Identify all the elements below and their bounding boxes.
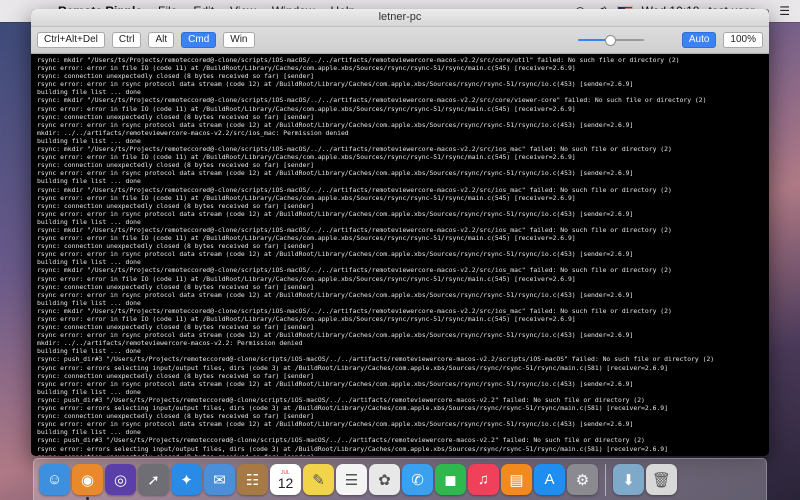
- music-icon[interactable]: ♫: [468, 464, 499, 495]
- dock: ☺ ◉ ◎ ➚ ✦ ✉ ☷ JUL 12 ✎ ☰ ✿ ✆ ◼ ♫ ▤ A ⚙ ⬇ 🗑: [33, 458, 767, 500]
- session-toolbar: Ctrl+Alt+Del Ctrl Alt Cmd Win Auto 100%: [31, 27, 769, 54]
- terminal-line: rsync: connection unexpectedly closed (8…: [37, 323, 315, 332]
- terminal-line: rsync: push_dir#3 "/Users/ts/Projects/re…: [37, 395, 645, 404]
- terminal-line: rsync error: errors selecting input/outp…: [37, 444, 668, 453]
- terminal-line: rsync error: error in file IO (code 11) …: [37, 153, 576, 162]
- terminal-line: rsync error: error in rsync protocol dat…: [37, 290, 634, 299]
- finder-icon[interactable]: ☺: [39, 464, 70, 495]
- ctrl-alt-del-button[interactable]: Ctrl+Alt+Del: [37, 32, 105, 48]
- terminal-line: rsync error: error in file IO (code 11) …: [37, 315, 576, 323]
- mail-icon[interactable]: ✉: [204, 464, 235, 495]
- terminal-line: building file list ... done: [37, 387, 141, 396]
- terminal-line: rsync: connection unexpectedly closed (8…: [37, 242, 315, 251]
- notification-center-icon[interactable]: ☰: [779, 4, 790, 18]
- terminal-line: building file list ... done: [37, 177, 141, 186]
- terminal-line: rsync: connection unexpectedly closed (8…: [37, 371, 315, 380]
- downloads-folder-icon[interactable]: ⬇: [613, 464, 644, 495]
- terminal-line: rsync error: error in file IO (code 11) …: [37, 104, 576, 113]
- terminal-line: rsync: mkdir "/Users/ts/Projects/remotec…: [37, 56, 680, 64]
- cmd-key-button[interactable]: Cmd: [181, 32, 217, 48]
- terminal-line: mkdir: ../../artifacts/remoteviewercore-…: [37, 339, 303, 348]
- terminal-line: building file list ... done: [37, 88, 141, 97]
- terminal-line: rsync: mkdir "/Users/ts/Projects/remotec…: [37, 306, 672, 315]
- books-icon[interactable]: ▤: [501, 464, 532, 495]
- terminal-line: rsync error: error in file IO (code 11) …: [37, 234, 576, 243]
- terminal-line: rsync: push_dir#3 "/Users/ts/Projects/re…: [37, 436, 645, 445]
- terminal-line: building file list ... done: [37, 428, 141, 437]
- remote-ripple-icon[interactable]: ◉: [72, 464, 103, 500]
- messages-icon[interactable]: ✆: [402, 464, 433, 495]
- terminal-line: rsync: connection unexpectedly closed (8…: [37, 72, 315, 81]
- terminal-line: rsync: mkdir "/Users/ts/Projects/remotec…: [37, 225, 672, 234]
- terminal-line: rsync error: error in rsync protocol dat…: [37, 379, 634, 388]
- win-key-button[interactable]: Win: [223, 32, 255, 48]
- alt-key-button[interactable]: Alt: [148, 32, 175, 48]
- terminal-line: rsync error: error in file IO (code 11) …: [37, 274, 576, 283]
- terminal-line: rsync error: error in rsync protocol dat…: [37, 420, 634, 429]
- zoom-slider[interactable]: [577, 34, 644, 46]
- terminal-line: rsync error: errors selecting input/outp…: [37, 404, 668, 413]
- zoom-slider-knob[interactable]: [604, 35, 616, 46]
- terminal-line: building file list ... done: [37, 136, 141, 145]
- terminal-line: rsync error: error in rsync protocol dat…: [37, 331, 634, 340]
- contacts-icon[interactable]: ☷: [237, 464, 268, 495]
- terminal-line: rsync: connection unexpectedly closed (8…: [37, 201, 315, 210]
- safari-icon[interactable]: ✦: [171, 464, 202, 495]
- launchpad-icon[interactable]: ➚: [138, 464, 169, 495]
- terminal-output[interactable]: rsync: mkdir "/Users/ts/Projects/remotec…: [31, 55, 769, 456]
- terminal-line: rsync: connection unexpectedly closed (8…: [37, 112, 315, 121]
- scale-percent-button[interactable]: 100%: [723, 32, 763, 48]
- calendar-day: 12: [277, 474, 294, 491]
- window-title: letner-pc: [378, 11, 422, 23]
- terminal-line: rsync error: error in rsync protocol dat…: [37, 169, 634, 178]
- terminal-line: rsync error: errors selecting input/outp…: [37, 363, 668, 372]
- window-titlebar[interactable]: letner-pc: [31, 9, 769, 27]
- terminal-line: rsync: connection unexpectedly closed (8…: [37, 412, 315, 421]
- notes-icon[interactable]: ✎: [303, 464, 334, 495]
- terminal-line: rsync: mkdir "/Users/ts/Projects/remotec…: [37, 145, 672, 154]
- remote-session-window: letner-pc Ctrl+Alt+Del Ctrl Alt Cmd Win …: [31, 9, 769, 456]
- terminal-line: rsync error: error in rsync protocol dat…: [37, 209, 634, 218]
- siri-icon[interactable]: ◎: [105, 464, 136, 495]
- terminal-line: building file list ... done: [37, 217, 141, 226]
- terminal-line: rsync: connection unexpectedly closed (8…: [37, 453, 763, 456]
- terminal-line: building file list ... done: [37, 258, 141, 267]
- terminal-line: rsync error: error in rsync protocol dat…: [37, 250, 634, 259]
- auto-scale-button[interactable]: Auto: [681, 32, 717, 48]
- ctrl-key-button[interactable]: Ctrl: [111, 32, 142, 48]
- terminal-line: rsync: mkdir "/Users/ts/Projects/remotec…: [37, 185, 672, 194]
- calendar-icon[interactable]: JUL 12: [270, 464, 301, 495]
- terminal-line: rsync: mkdir "/Users/ts/Projects/remotec…: [37, 96, 707, 105]
- terminal-line: rsync error: error in file IO (code 11) …: [37, 64, 576, 73]
- photos-icon[interactable]: ✿: [369, 464, 400, 495]
- reminders-icon[interactable]: ☰: [336, 464, 367, 495]
- terminal-line: building file list ... done: [37, 298, 141, 307]
- dock-separator: [605, 463, 606, 496]
- terminal-line: rsync: connection unexpectedly closed (8…: [37, 161, 315, 170]
- terminal-line: rsync error: error in rsync protocol dat…: [37, 80, 634, 89]
- app-store-icon[interactable]: A: [534, 464, 565, 495]
- terminal-line: mkdir: ../../artifacts/remoteviewercore-…: [37, 128, 349, 137]
- terminal-line: building file list ... done: [37, 347, 141, 356]
- terminal-line: rsync: mkdir "/Users/ts/Projects/remotec…: [37, 266, 672, 275]
- terminal-line: rsync error: error in file IO (code 11) …: [37, 193, 576, 202]
- terminal-line: rsync: connection unexpectedly closed (8…: [37, 282, 315, 291]
- facetime-icon[interactable]: ◼: [435, 464, 466, 495]
- trash-icon[interactable]: 🗑: [646, 464, 677, 495]
- system-preferences-icon[interactable]: ⚙: [567, 464, 598, 495]
- terminal-line: rsync error: error in rsync protocol dat…: [37, 120, 634, 129]
- terminal-line: rsync: push_dir#3 "/Users/ts/Projects/re…: [37, 355, 715, 364]
